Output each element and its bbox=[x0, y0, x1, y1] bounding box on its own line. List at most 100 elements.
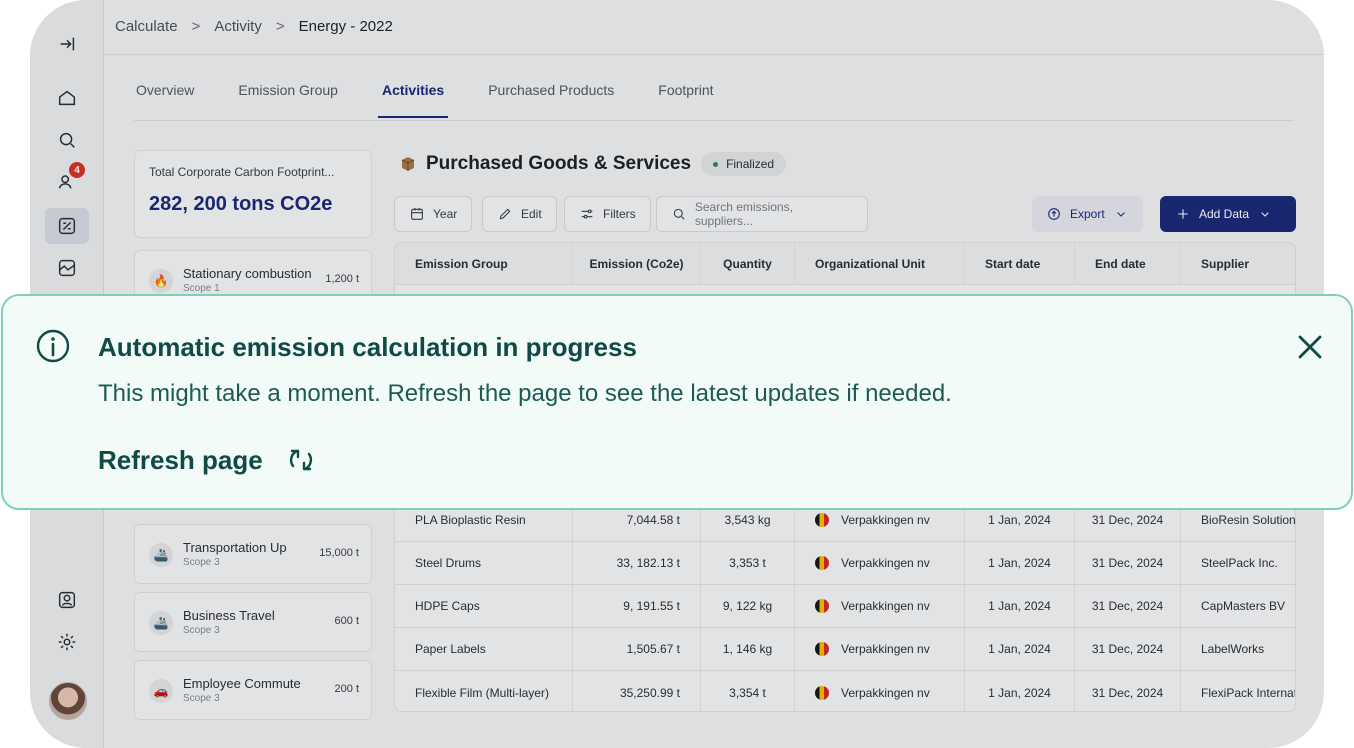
toast-title: Automatic emission calculation in progre… bbox=[98, 332, 637, 362]
category-card-transportation-up[interactable]: 🚢 Transportation Up Scope 3 15,000 t bbox=[134, 524, 372, 584]
total-footprint-card: Total Corporate Carbon Footprint... 282,… bbox=[134, 150, 372, 238]
add-data-button[interactable]: Add Data bbox=[1160, 196, 1296, 232]
org-unit-label: Verpakkingen nv bbox=[841, 599, 930, 613]
chevron-down-icon bbox=[1116, 212, 1125, 217]
cell-emission: 35,250.99 t bbox=[573, 671, 701, 711]
calendar-icon bbox=[411, 208, 423, 220]
column-header-end-date[interactable]: End date bbox=[1075, 243, 1181, 284]
settings-gear-icon[interactable] bbox=[45, 624, 89, 660]
add-data-button-label: Add Data bbox=[1199, 207, 1250, 221]
total-footprint-value: 282, 200 tons CO2e bbox=[149, 193, 333, 215]
flame-icon: 🔥 bbox=[149, 269, 173, 293]
category-scope: Scope 3 bbox=[183, 693, 220, 704]
search-input[interactable]: Search emissions, suppliers... bbox=[656, 196, 868, 232]
header-divider bbox=[104, 54, 1324, 55]
edit-button[interactable]: Edit bbox=[482, 196, 557, 232]
chevron-right-icon: > bbox=[275, 18, 285, 35]
category-value: 15,000 t bbox=[319, 547, 359, 559]
category-card-employee-commute[interactable]: 🚗 Employee Commute Scope 3 200 t bbox=[134, 660, 372, 720]
year-button-label: Year bbox=[433, 207, 458, 221]
table-row[interactable]: Paper Labels 1,505.67 t 1, 146 kg Verpak… bbox=[395, 628, 1295, 671]
cell-emission-group: Paper Labels bbox=[395, 628, 573, 670]
tab-emission-group[interactable]: Emission Group bbox=[238, 82, 338, 110]
cell-emission: 33, 182.13 t bbox=[573, 542, 701, 584]
search-icon[interactable] bbox=[45, 122, 89, 158]
section-title: Purchased Goods & Services bbox=[426, 153, 692, 174]
tab-footprint[interactable]: Footprint bbox=[658, 82, 713, 110]
category-name: Stationary combustion bbox=[183, 266, 312, 281]
cell-org-unit: Verpakkingen nv bbox=[795, 585, 965, 627]
cell-end-date: 31 Dec, 2024 bbox=[1075, 585, 1181, 627]
home-icon[interactable] bbox=[45, 80, 89, 116]
cell-emission: 9, 191.55 t bbox=[573, 585, 701, 627]
belgium-flag-icon bbox=[815, 599, 829, 613]
tab-divider bbox=[134, 120, 1294, 121]
expand-sidebar-icon[interactable] bbox=[45, 26, 89, 62]
filters-button-label: Filters bbox=[603, 207, 636, 221]
sliders-icon bbox=[581, 209, 593, 219]
section-header: Purchased Goods & Services Finalized bbox=[400, 152, 787, 176]
table-row[interactable]: HDPE Caps 9, 191.55 t 9, 122 kg Verpakki… bbox=[395, 585, 1295, 628]
ship-icon: 🚢 bbox=[149, 611, 173, 635]
column-header-quantity[interactable]: Quantity bbox=[701, 243, 795, 284]
ship-icon: 🚢 bbox=[149, 543, 173, 567]
cell-org-unit: Verpakkingen nv bbox=[795, 628, 965, 670]
belgium-flag-icon bbox=[815, 642, 829, 656]
package-icon bbox=[401, 157, 415, 171]
filters-button[interactable]: Filters bbox=[564, 196, 651, 232]
users-icon[interactable]: 4 bbox=[45, 162, 89, 200]
cell-supplier: CapMasters BV bbox=[1201, 599, 1286, 613]
breadcrumb-activity[interactable]: Activity bbox=[214, 18, 262, 35]
column-header-emission[interactable]: Emission (Co2e) bbox=[573, 243, 701, 284]
user-avatar[interactable] bbox=[49, 682, 87, 720]
tab-bar: Overview Emission Group Activities Purch… bbox=[136, 82, 714, 118]
category-value: 1,200 t bbox=[325, 273, 359, 285]
cell-start-date: 1 Jan, 2024 bbox=[965, 585, 1075, 627]
table-row[interactable]: Steel Drums 33, 182.13 t 3,353 t Verpakk… bbox=[395, 542, 1295, 585]
cell-quantity: 9, 122 kg bbox=[701, 585, 795, 627]
cell-quantity: 3,354 t bbox=[701, 671, 795, 711]
refresh-page-button[interactable]: Refresh page bbox=[98, 442, 319, 478]
cell-start-date: 1 Jan, 2024 bbox=[965, 628, 1075, 670]
column-header-supplier[interactable]: Supplier bbox=[1181, 243, 1295, 284]
category-value: 200 t bbox=[334, 683, 359, 695]
tab-overview[interactable]: Overview bbox=[136, 82, 194, 110]
cell-end-date: 31 Dec, 2024 bbox=[1075, 542, 1181, 584]
tab-activities[interactable]: Activities bbox=[377, 82, 449, 118]
category-name: Transportation Up bbox=[183, 540, 287, 555]
export-button-label: Export bbox=[1070, 207, 1105, 221]
category-name: Business Travel bbox=[183, 608, 275, 623]
cell-supplier: LabelWorks bbox=[1201, 642, 1265, 656]
export-button[interactable]: Export bbox=[1032, 196, 1143, 232]
cell-quantity: 1, 146 kg bbox=[701, 628, 795, 670]
notification-badge: 4 bbox=[69, 162, 85, 178]
refresh-icon bbox=[289, 449, 312, 471]
column-header-emission-group[interactable]: Emission Group bbox=[395, 243, 573, 284]
total-footprint-label: Total Corporate Carbon Footprint... bbox=[149, 165, 335, 179]
org-unit-label: Verpakkingen nv bbox=[841, 642, 930, 656]
calculate-icon[interactable] bbox=[45, 208, 89, 244]
cell-quantity: 3,353 t bbox=[701, 542, 795, 584]
category-scope: Scope 3 bbox=[183, 557, 220, 568]
cell-org-unit: Verpakkingen nv bbox=[795, 542, 965, 584]
reports-icon[interactable] bbox=[45, 250, 89, 286]
table-row[interactable]: Flexible Film (Multi-layer) 35,250.99 t … bbox=[395, 671, 1295, 711]
column-header-start-date[interactable]: Start date bbox=[965, 243, 1075, 284]
breadcrumb-calculate[interactable]: Calculate bbox=[115, 18, 178, 35]
belgium-flag-icon bbox=[815, 685, 829, 700]
org-unit-label: Verpakkingen nv bbox=[841, 685, 930, 700]
profile-icon[interactable] bbox=[45, 582, 89, 618]
cell-emission-group: Flexible Film (Multi-layer) bbox=[395, 671, 573, 711]
close-icon[interactable] bbox=[1295, 332, 1325, 362]
breadcrumb: Calculate > Activity > Energy - 2022 bbox=[115, 18, 393, 35]
cell-emission: 1,505.67 t bbox=[573, 628, 701, 670]
toast-body: This might take a moment. Refresh the pa… bbox=[98, 380, 952, 407]
category-card-business-travel[interactable]: 🚢 Business Travel Scope 3 600 t bbox=[134, 592, 372, 652]
status-dot-icon bbox=[713, 161, 719, 167]
status-label: Finalized bbox=[726, 157, 775, 171]
year-button[interactable]: Year bbox=[394, 196, 473, 232]
cell-supplier: SteelPack Inc. bbox=[1201, 556, 1278, 570]
cell-supplier: FlexiPack International bbox=[1201, 685, 1295, 700]
column-header-org-unit[interactable]: Organizational Unit bbox=[795, 243, 965, 284]
tab-purchased-products[interactable]: Purchased Products bbox=[488, 82, 614, 110]
